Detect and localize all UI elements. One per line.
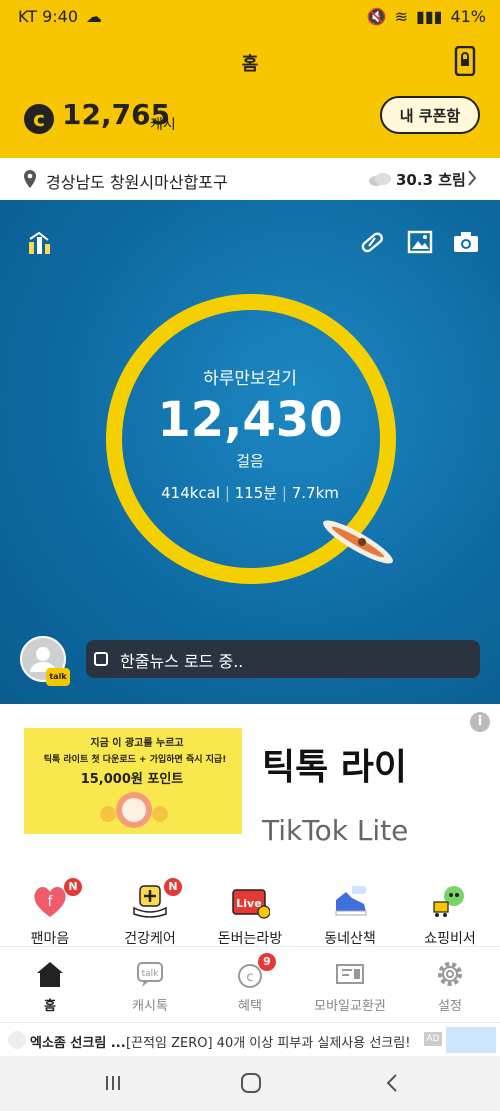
nav-home[interactable]: 홈 <box>0 947 100 1023</box>
quick-item-label: 돈버는라방 <box>217 931 283 947</box>
shopping-robot-icon <box>433 886 464 917</box>
gear-icon <box>438 962 462 986</box>
news-text: 한줄뉴스 로드 중.. <box>120 652 244 671</box>
cash-talk-badge: talk <box>46 668 70 686</box>
recent-apps-icon[interactable] <box>98 1068 128 1098</box>
quick-item-label: 팬마음 <box>30 931 70 947</box>
camera-icon[interactable] <box>452 228 480 256</box>
nav-label: 모바일교환권 <box>314 999 386 1014</box>
nav-mobile-voucher[interactable]: 모바일교환권 <box>300 947 400 1023</box>
status-right: 🔇 ≋ ▮▮▮ 41% <box>367 7 486 26</box>
pill-icon[interactable] <box>358 228 386 256</box>
distance-value: 7.7km <box>291 484 339 502</box>
status-left: KT 9:40 ☁ <box>18 7 102 26</box>
ad-banner[interactable]: 지금 이 광고를 누르고 틱톡 라이트 첫 다운로드 + 가입하면 즉시 지급!… <box>0 704 500 864</box>
system-navigation-bar <box>0 1056 500 1111</box>
nav-benefits[interactable]: c 9 혜택 <box>200 947 300 1023</box>
quick-item-shopping[interactable]: 쇼핑비서 <box>400 864 500 947</box>
bottom-navigation: 홈 talk 캐시톡 c 9 혜택 모바일교환권 설정 <box>0 946 500 1023</box>
status-bar: KT 9:40 ☁ 🔇 ≋ ▮▮▮ 41% <box>0 0 500 34</box>
walk-title: 하루만보걷기 <box>203 369 297 389</box>
phone-lock-icon[interactable] <box>454 46 476 76</box>
home-button-icon[interactable] <box>236 1068 266 1098</box>
quick-item-fan[interactable]: f N 팬마음 <box>0 864 100 947</box>
signal-icon: ▮▮▮ <box>416 7 443 26</box>
strip-ad-title: 엑소좀 선크림 ... <box>30 1036 126 1051</box>
battery-text: 41% <box>450 7 486 26</box>
talk-bubble-icon: talk <box>137 962 163 987</box>
strip-ad-text: [끈적임 ZERO] 40개 이상 피부과 실제사용 선크림! <box>126 1036 411 1051</box>
nav-label: 설정 <box>438 999 462 1014</box>
nav-cashtalk[interactable]: talk 캐시톡 <box>100 947 200 1023</box>
quick-item-label: 건강케어 <box>124 931 176 947</box>
svg-text:talk: talk <box>142 969 160 979</box>
kcal-value: 414kcal <box>161 484 221 502</box>
new-badge: N <box>164 878 182 896</box>
quick-item-label: 동네산책 <box>324 931 376 947</box>
quick-item-live[interactable]: Live 돈버는라방 <box>200 864 300 947</box>
quick-item-label: 쇼핑비서 <box>424 931 476 947</box>
minutes-value: 115분 <box>234 484 278 502</box>
chevron-right-icon <box>468 170 477 186</box>
alarm-clock-illustration <box>100 792 168 828</box>
bottom-ad-strip[interactable]: 엑소좀 선크림 ... [끈적임 ZERO] 40개 이상 피부과 실제사용 선… <box>0 1022 500 1057</box>
notification-badge: 9 <box>258 953 276 971</box>
new-badge: N <box>64 878 82 896</box>
quick-item-health[interactable]: N 건강케어 <box>100 864 200 947</box>
nav-settings[interactable]: 설정 <box>400 947 500 1023</box>
step-unit: 걸음 <box>236 452 264 470</box>
news-ticker[interactable]: 한줄뉴스 로드 중.. <box>86 640 480 678</box>
walk-stats: 414kcal | 115분 | 7.7km <box>161 484 339 502</box>
carrier-time: KT 9:40 <box>18 7 79 26</box>
location-bar[interactable]: 경상남도 창원시마산합포구 30.3 흐림 <box>0 158 500 201</box>
quick-menu: f N 팬마음 N 건강케어 Live 돈버는라방 동네산책 쇼핑비서 <box>0 864 500 947</box>
back-icon[interactable] <box>378 1068 408 1098</box>
surfboard-illustration <box>323 520 393 564</box>
sneaker-icon <box>335 886 367 916</box>
mute-icon: 🔇 <box>366 7 387 26</box>
location-text: 경상남도 창원시마산합포구 <box>46 173 228 192</box>
live-tv-icon: Live <box>232 889 270 919</box>
advertiser-logo <box>8 1031 26 1049</box>
svg-text:Live: Live <box>236 897 261 910</box>
nav-label: 혜택 <box>238 999 262 1014</box>
wifi-icon: ≋ <box>394 7 409 26</box>
quick-item-walk[interactable]: 동네산책 <box>300 864 400 947</box>
notification-icon: ☁ <box>86 7 103 26</box>
stats-chart-icon[interactable] <box>26 228 54 256</box>
ad-brand: TikTok Lite <box>262 814 409 847</box>
voucher-icon <box>336 964 364 984</box>
info-icon[interactable]: i <box>470 712 490 732</box>
ad-headline: 틱톡 라이 <box>262 747 408 788</box>
home-icon <box>37 962 63 987</box>
coupon-box-button[interactable]: 내 쿠폰함 <box>380 96 480 134</box>
news-icon <box>94 652 108 666</box>
ad-tag: AD <box>424 1032 442 1046</box>
ad-image-subtitle: 틱톡 라이트 첫 다운로드 + 가입하면 즉시 지급! <box>43 755 227 765</box>
step-counter-banner[interactable]: 하루만보걷기 12,430 걸음 414kcal | 115분 | 7.7km … <box>0 200 500 704</box>
page-title: 홈 <box>241 54 259 75</box>
step-count: 12,430 <box>157 392 343 448</box>
nav-label: 캐시톡 <box>132 999 168 1014</box>
svg-text:c: c <box>246 970 253 985</box>
app-header: 홈 c 12,765 캐시 내 쿠폰함 <box>0 34 500 158</box>
cash-coin-icon: c <box>24 104 54 134</box>
cash-unit: 캐시 <box>150 117 176 133</box>
image-icon[interactable] <box>406 228 434 256</box>
location-pin-icon <box>24 170 36 188</box>
weather-text: 30.3 흐림 <box>396 171 466 189</box>
ad-image[interactable]: 지금 이 광고를 누르고 틱톡 라이트 첫 다운로드 + 가입하면 즉시 지급!… <box>24 728 242 834</box>
nav-label: 홈 <box>44 999 56 1014</box>
ad-thumbnail <box>446 1027 496 1053</box>
ad-image-title: 지금 이 광고를 누르고 <box>90 738 184 749</box>
cloud-icon <box>369 173 391 186</box>
